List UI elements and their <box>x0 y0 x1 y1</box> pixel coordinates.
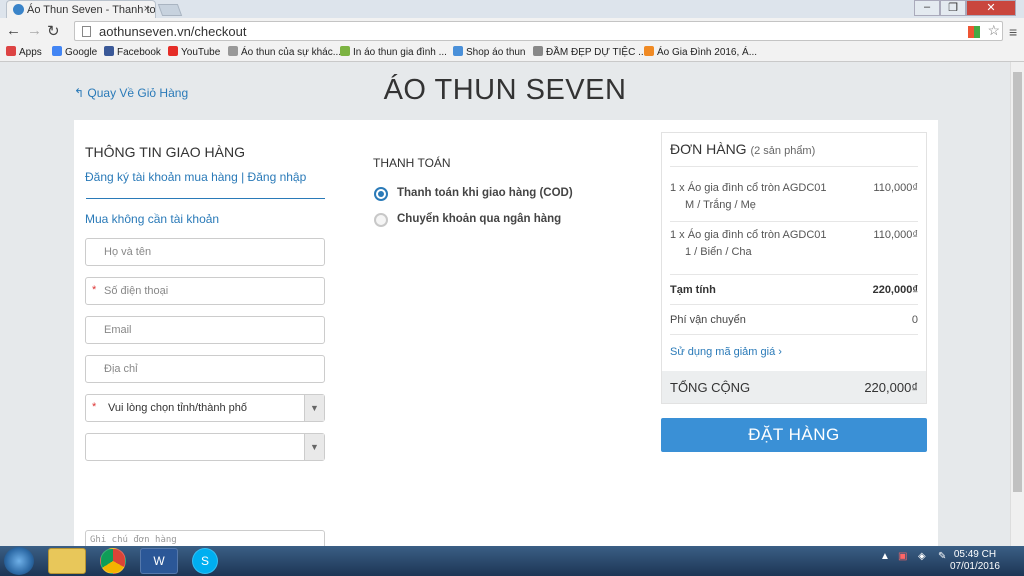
order-item-price: 110,000₫ <box>873 182 918 194</box>
checkout-card: THÔNG TIN GIAO HÀNG Đăng ký tài khoản mu… <box>74 120 938 546</box>
browser-tab[interactable]: Áo Thun Seven - Thanh to × <box>6 0 156 18</box>
city-select[interactable]: * Vui lòng chọn tỉnh/thành phố ▼ <box>85 394 325 422</box>
order-summary: ĐƠN HÀNG (2 sản phẩm) 1 x Áo gia đình cổ… <box>661 132 927 404</box>
close-tab-icon[interactable]: × <box>144 3 150 15</box>
windows-taskbar: W S ▲ ▣ ◈ ✎ 05:49 CH 07/01/2016 <box>0 546 1024 576</box>
forward-icon[interactable]: → <box>27 22 42 39</box>
district-select[interactable]: ▼ <box>85 433 325 461</box>
address-bar[interactable]: aothunseven.vn/checkout ☆ <box>74 21 1003 41</box>
divider <box>670 274 918 275</box>
extension-icon[interactable] <box>968 26 980 38</box>
chevron-down-icon: ▼ <box>304 395 324 421</box>
minimize-button[interactable]: – <box>914 0 940 16</box>
required-mark: * <box>92 284 97 296</box>
bookmark-item[interactable]: Áo Gia Đình 2016, Á... <box>644 46 757 58</box>
cod-radio[interactable] <box>374 187 388 201</box>
bookmark-icon <box>644 46 654 56</box>
bookmark-icon <box>228 46 238 56</box>
bookmark-star-icon[interactable]: ☆ <box>987 22 1000 39</box>
bookmark-icon <box>453 46 463 56</box>
required-mark: * <box>92 401 97 413</box>
divider <box>670 334 918 335</box>
shipping-fee-label: Phí vận chuyển <box>670 314 746 326</box>
back-to-cart-link[interactable]: ↰ Quay Về Giỏ Hàng <box>74 86 188 100</box>
bookmark-item[interactable]: In áo thun gia đình ... <box>340 46 447 58</box>
order-title: ĐƠN HÀNG (2 sản phẩm) <box>670 141 816 157</box>
close-window-button[interactable]: ✕ <box>966 0 1016 16</box>
tab-title: Áo Thun Seven - Thanh to <box>27 4 156 16</box>
explorer-taskbar-icon[interactable] <box>48 548 86 574</box>
tray-arrow-icon[interactable]: ▲ <box>880 551 890 562</box>
brand-title: ÁO THUN SEVEN <box>383 74 627 106</box>
network-icon[interactable]: ▣ <box>898 551 907 562</box>
bookmark-item[interactable]: YouTube <box>168 46 220 58</box>
bookmark-icon <box>168 46 178 56</box>
checkout-page: ↰ Quay Về Giỏ Hàng ÁO THUN SEVEN THÔNG T… <box>0 62 1010 546</box>
bookmark-item[interactable]: Shop áo thun <box>453 46 526 58</box>
payment-title: THANH TOÁN <box>373 156 451 170</box>
divider <box>670 166 918 167</box>
url-text[interactable]: aothunseven.vn/checkout <box>99 24 246 39</box>
shipping-title: THÔNG TIN GIAO HÀNG <box>85 144 245 160</box>
auth-link[interactable]: Đăng ký tài khoản mua hàng | Đăng nhập <box>85 170 306 184</box>
page-icon <box>82 26 91 37</box>
phone-field[interactable]: * Số điện thoại <box>85 277 325 305</box>
divider <box>670 221 918 222</box>
name-field[interactable]: Họ và tên <box>85 238 325 266</box>
shipping-fee-value: 0 <box>911 314 918 326</box>
bookmark-icon <box>52 46 62 56</box>
speaker-icon[interactable]: ◈ <box>918 551 926 562</box>
start-button[interactable] <box>4 547 34 575</box>
bank-transfer-label[interactable]: Chuyển khoản qua ngân hàng <box>397 213 561 225</box>
page-scrollbar[interactable] <box>1010 62 1024 546</box>
bank-transfer-radio[interactable] <box>374 213 388 227</box>
bookmark-item[interactable]: Apps <box>6 46 42 58</box>
tab-bar: Áo Thun Seven - Thanh to × – ❐ ✕ <box>0 0 1024 18</box>
bookmark-item[interactable]: Google <box>52 46 97 58</box>
address-field[interactable]: Địa chỉ <box>85 355 325 383</box>
divider <box>86 198 325 199</box>
new-tab-button[interactable] <box>157 4 183 16</box>
word-taskbar-icon[interactable]: W <box>140 548 178 574</box>
taskbar-clock[interactable]: 05:49 CH 07/01/2016 <box>950 549 1000 573</box>
chrome-taskbar-icon[interactable] <box>100 548 126 574</box>
total-value: 220,000₫ <box>864 380 918 395</box>
order-note-field[interactable]: Ghi chú đơn hàng <box>85 530 325 546</box>
browser-toolbar: ← → ↻ aothunseven.vn/checkout ☆ <box>0 18 1024 44</box>
order-total-row: TỔNG CỘNG 220,000₫ <box>662 371 926 403</box>
back-icon[interactable]: ← <box>6 22 21 39</box>
subtotal-value: 220,000₫ <box>872 284 918 296</box>
total-label: TỔNG CỘNG <box>670 380 751 395</box>
cod-label[interactable]: Thanh toán khi giao hàng (COD) <box>397 187 573 199</box>
scrollbar-thumb[interactable] <box>1013 72 1022 492</box>
bookmark-icon <box>104 46 114 56</box>
bookmark-icon <box>6 46 16 56</box>
browser-menu-icon[interactable]: ≡ <box>1009 24 1017 40</box>
reload-icon[interactable]: ↻ <box>47 22 60 40</box>
bookmark-icon <box>340 46 350 56</box>
restore-button[interactable]: ❐ <box>940 0 966 16</box>
bookmark-item[interactable]: ĐẦM ĐẸP DỰ TIỆC ... <box>533 46 646 58</box>
site-favicon-icon <box>13 4 24 15</box>
email-field[interactable]: Email <box>85 316 325 344</box>
language-icon[interactable]: ✎ <box>938 551 946 562</box>
bookmarks-bar: Apps Google Facebook YouTube Áo thun của sự … <box>0 44 1024 62</box>
bookmark-item[interactable]: Áo thun của sự khác... <box>228 46 341 58</box>
order-count: (2 sản phẩm) <box>750 145 816 157</box>
skype-taskbar-icon[interactable]: S <box>192 548 218 574</box>
divider <box>670 304 918 305</box>
order-item-price: 110,000₫ <box>873 229 918 241</box>
chevron-down-icon: ▼ <box>304 434 324 460</box>
place-order-button[interactable]: ĐẶT HÀNG <box>661 418 927 452</box>
coupon-link[interactable]: Sử dụng mã giảm giá › <box>670 346 782 358</box>
order-item: 1 x Áo gia đình cổ tròn AGDC01 M / Trắng … <box>670 182 827 211</box>
bookmark-icon <box>533 46 543 56</box>
guest-checkout-link[interactable]: Mua không cần tài khoản <box>85 212 219 226</box>
bookmark-item[interactable]: Facebook <box>104 46 161 58</box>
order-item: 1 x Áo gia đình cổ tròn AGDC01 1 / Biển /… <box>670 229 827 258</box>
subtotal-label: Tạm tính <box>670 284 716 296</box>
